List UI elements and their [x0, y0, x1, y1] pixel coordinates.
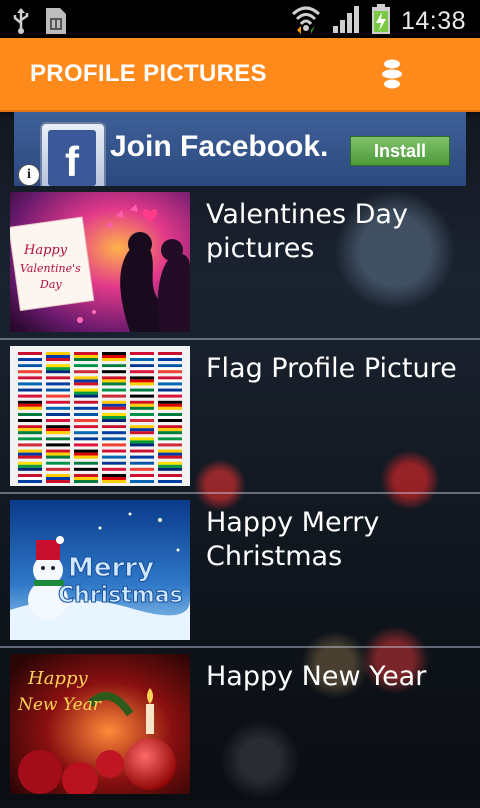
thumb-text: Merry — [68, 553, 154, 583]
clock: 14:38 — [400, 6, 466, 35]
app-header: PROFILE PICTURES — [0, 38, 480, 112]
flags-thumbnail — [10, 346, 190, 486]
thumb-text: Valentine's — [20, 262, 81, 275]
ad-text: Join Facebook. — [110, 130, 329, 163]
menu-icon — [382, 59, 402, 89]
ad-banner[interactable]: f Join Facebook. Install — [14, 112, 466, 186]
signal-icon — [331, 4, 361, 38]
facebook-logo: f — [40, 122, 106, 186]
item-title: Happy New Year — [206, 661, 427, 692]
thumb-text: Day — [39, 278, 62, 291]
thumb-text: New Year — [17, 695, 102, 715]
ad-info-icon[interactable]: i — [18, 164, 40, 186]
item-title: Valentines Day pictures — [206, 199, 408, 264]
usb-icon — [12, 7, 30, 39]
status-bar: 14:38 — [0, 0, 480, 38]
valentines-thumbnail: Happy Valentine's Day — [10, 192, 190, 332]
list-item[interactable]: Flag Profile Picture — [0, 340, 480, 494]
item-title: Happy Merry Christmas — [206, 507, 380, 572]
install-button[interactable]: Install — [350, 136, 450, 166]
page-title: PROFILE PICTURES — [30, 60, 267, 87]
item-title: Flag Profile Picture — [206, 353, 457, 384]
category-list: Happy Valentine's Day Valentines Day pic… — [0, 186, 480, 808]
thumb-text: Christmas — [58, 583, 183, 608]
list-item[interactable]: Happy Valentine's Day Valentines Day pic… — [0, 186, 480, 340]
list-item[interactable]: Merry Christmas Happy Merry Christmas — [0, 494, 480, 648]
battery-charging-icon — [371, 3, 391, 39]
sim-card-icon — [44, 6, 68, 40]
thumb-text: Happy — [23, 243, 68, 258]
menu-button[interactable] — [376, 56, 408, 92]
thumb-text: Happy — [27, 668, 88, 689]
list-item[interactable]: Happy New Year Happy New Year — [0, 648, 480, 808]
new-year-thumbnail: Happy New Year — [10, 654, 190, 794]
wifi-icon — [291, 4, 321, 38]
christmas-thumbnail: Merry Christmas — [10, 500, 190, 640]
